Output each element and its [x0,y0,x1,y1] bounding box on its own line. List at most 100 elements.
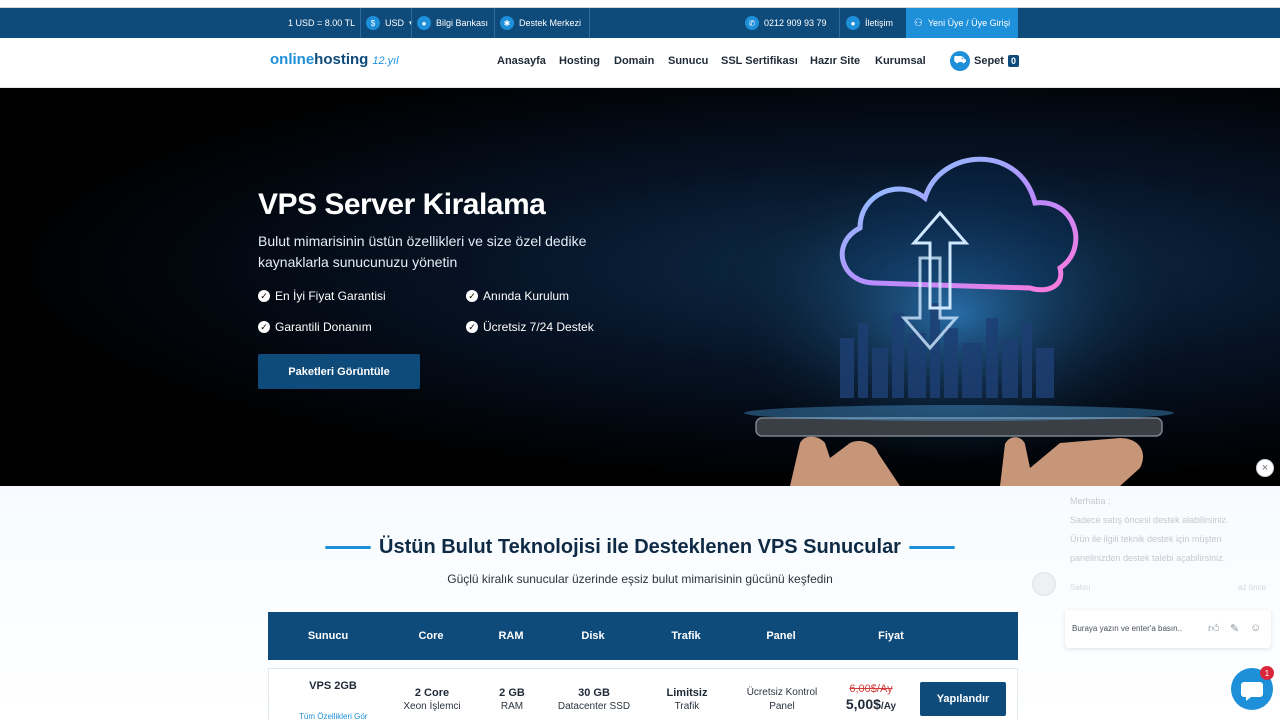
ram-sub: RAM [500,701,524,712]
nav-item-domain[interactable]: Domain [614,55,654,67]
knowledge-base-link[interactable]: ● Bilgi Bankası [417,8,488,38]
cart-label: Sepet [974,55,1004,67]
server-name: VPS 2GB [309,680,357,692]
dollar-icon: $ [366,16,380,30]
cart-count-badge: 0 [1007,55,1019,67]
price-period: /Ay [880,701,897,712]
core-value: 2 Core [414,687,450,699]
hero-title: VPS Server Kiralama [258,188,546,221]
phone-link[interactable]: ✆ 0212 909 93 79 [745,8,827,38]
ram-cell: 2 GB RAM [479,686,545,714]
server-name-cell: VPS 2GB [289,679,377,693]
user-icon: ⚇ [913,17,923,29]
site-logo[interactable]: online hosting 12.yıl [270,51,399,68]
logo-part-online: online [270,51,315,68]
traffic-sub: Trafik [674,701,700,712]
core-sub: Xeon İşlemci [403,701,461,712]
phone-icon: ✆ [745,16,759,30]
core-cell: 2 Core Xeon İşlemci [397,686,467,714]
hero-feature-label: Anında Kurulum [483,289,570,303]
chat-launcher-button[interactable]: 1 [1231,666,1274,710]
chat-input-box[interactable]: Buraya yazın ve enter'a basın.. 👍︎ ✎ ☺ [1065,610,1271,648]
nav-item-server[interactable]: Sunucu [668,55,708,67]
currency-rate-text: 1 USD = 8.00 TL [288,18,356,28]
ram-value: 2 GB [499,687,525,699]
title-decoration-left [325,546,372,550]
hero-subtitle: Bulut mimarisinin üstün özellikleri ve s… [258,233,587,270]
support-center-label: Destek Merkezi [519,18,582,28]
chat-message: Merhaba ; Sadece satış öncesi destek ala… [1070,492,1270,568]
basket-icon: ⛟ [950,51,970,71]
main-navbar: online hosting 12.yıl Anasayfa Hosting D… [0,38,1280,88]
chat-message-line: Sadece satış öncesi destek alabilirsiniz… [1070,515,1229,525]
hero-feature-label: Ücretsiz 7/24 Destek [483,320,594,334]
chat-input-placeholder: Buraya yazın ve enter'a basın.. [1072,624,1183,633]
chat-message-line: Ürün ile ilgili teknik destek için müşte… [1070,534,1222,544]
hero-feature-label: En İyi Fiyat Garantisi [275,289,386,303]
lifebuoy-icon: ✱ [500,16,514,30]
column-header-core: Core [418,630,444,642]
nav-item-home[interactable]: Anasayfa [497,55,546,67]
browser-top-strip [0,0,1280,8]
check-circle-icon: ✓ [258,321,270,333]
logo-tagline: 12.yıl [372,55,399,67]
knowledge-base-label: Bilgi Bankası [436,18,489,28]
nav-item-hosting[interactable]: Hosting [559,55,600,67]
phone-number: 0212 909 93 79 [764,18,827,28]
chat-close-button[interactable]: × [1256,459,1274,477]
traffic-cell: Limitsiz Trafik [649,686,725,714]
cart-button[interactable]: ⛟ Sepet 0 [950,51,1019,71]
panel-cell: Ücretsiz Kontrol Panel [734,686,830,714]
nav-item-corporate[interactable]: Kurumsal [875,55,926,67]
disk-cell: 30 GB Datacenter SSD [553,686,635,714]
hero-feature: ✓ En İyi Fiyat Garantisi [258,289,386,303]
chat-message-line: panelinizden destek talebi açabilirsiniz… [1070,553,1226,563]
support-center-link[interactable]: ✱ Destek Merkezi [500,8,581,38]
old-price: 6,00$/Ay [849,683,893,695]
currency-rate: 1 USD = 8.00 TL [288,8,355,38]
check-circle-icon: ✓ [466,290,478,302]
login-label: Yeni Üye / Üye Girişi [927,18,1011,28]
hero-feature: ✓ Anında Kurulum [466,289,569,303]
divider [360,8,361,38]
logo-part-hosting: hosting [314,51,369,68]
title-decoration-right [908,546,955,550]
pricing-table-header: Sunucu Core RAM Disk Trafik Panel Fiyat [268,612,1018,660]
divider [411,8,412,38]
divider [494,8,495,38]
contact-label: İletişim [865,18,894,28]
divider [589,8,590,38]
thumbs-up-icon[interactable]: 👍︎ [1208,622,1220,635]
agent-avatar [1032,572,1056,596]
chat-unread-badge: 1 [1260,666,1274,680]
chat-agent-name: Satıcı [1070,583,1091,592]
location-pin-icon: ● [417,16,431,30]
location-pin-icon: ● [846,16,860,30]
hero-feature-label: Garantili Donanım [275,320,372,334]
table-row: VPS 2GB Tüm Özellikleri Gör 2 Core Xeon … [268,668,1018,721]
nav-item-ssl[interactable]: SSL Sertifikası [721,55,798,67]
panel-line2: Panel [769,701,795,712]
column-header-disk: Disk [581,630,605,642]
chat-timestamp: az önce [1238,583,1267,592]
hero-banner: VPS Server Kiralama Bulut mimarisinin üs… [0,88,1280,486]
currency-selector[interactable]: $ USD ▾ [366,8,413,38]
nav-item-ready-site[interactable]: Hazır Site [810,55,860,67]
hand-right [1000,437,1144,486]
hero-feature: ✓ Ücretsiz 7/24 Destek [466,320,594,334]
column-header-panel: Panel [766,630,796,642]
disk-value: 30 GB [578,687,610,699]
paperclip-icon[interactable]: ✎ [1230,622,1239,635]
emoji-icon[interactable]: ☺ [1250,622,1261,634]
currency-label: USD [385,18,405,28]
login-button[interactable]: ⚇ Yeni Üye / Üye Girişi [906,8,1018,38]
configure-button[interactable]: Yapılandır [920,682,1006,716]
contact-link[interactable]: ● İletişim [846,8,893,38]
check-circle-icon: ✓ [258,290,270,302]
section-title-text: Üstün Bulut Teknolojisi ile Desteklenen … [379,536,901,558]
phone-glow [744,405,1174,421]
disk-sub: Datacenter SSD [557,701,631,712]
view-packages-button[interactable]: Paketleri Görüntüle [258,354,420,389]
chat-message-line: Merhaba ; [1070,496,1111,506]
check-circle-icon: ✓ [466,321,478,333]
